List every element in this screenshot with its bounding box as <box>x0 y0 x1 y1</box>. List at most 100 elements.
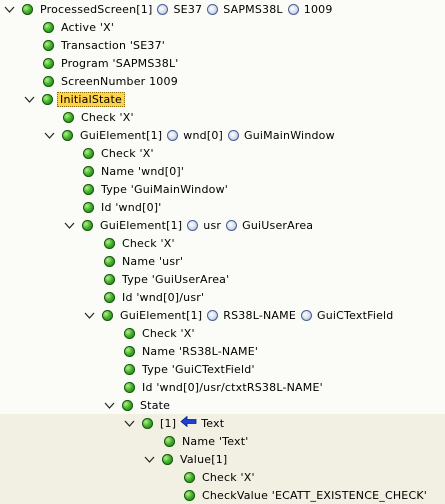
label-text: GuiElement[1] <box>80 128 163 142</box>
node-label[interactable]: Check 'X' <box>142 327 195 340</box>
collapse-toggle-icon[interactable] <box>24 94 35 105</box>
tree-row[interactable]: ProcessedScreen[1] SE37 SAPMS38L 1009 <box>0 0 445 18</box>
separator-icon <box>228 129 240 141</box>
node-label[interactable]: GuiElement[1] usr GuiUserArea <box>100 219 313 232</box>
node-label[interactable]: GuiElement[1] RS38L-NAME GuiCTextField <box>120 309 393 322</box>
collapse-toggle-icon[interactable] <box>44 130 55 141</box>
node-label[interactable]: Name 'Text' <box>182 435 248 448</box>
node-label[interactable]: ProcessedScreen[1] SE37 SAPMS38L 1009 <box>40 3 333 16</box>
node-green-icon <box>63 111 74 123</box>
node-green-icon <box>124 381 135 393</box>
tree-row[interactable]: Id 'wnd[0]/usr' <box>0 288 445 306</box>
node-label[interactable]: Check 'X' <box>101 147 154 160</box>
label-part: RS38L-NAME <box>223 308 297 322</box>
node-label[interactable]: Name 'usr' <box>122 255 183 268</box>
tree-row[interactable]: Active 'X' <box>0 18 445 36</box>
tree-row[interactable]: Name 'usr' <box>0 252 445 270</box>
separator-icon <box>207 309 219 321</box>
label-part: usr <box>203 218 222 232</box>
node-label[interactable]: Id 'wnd[0]' <box>101 201 162 214</box>
collapse-toggle-icon[interactable] <box>84 310 95 321</box>
separator-icon <box>167 129 179 141</box>
node-label[interactable]: Type 'GuiCTextField' <box>142 363 255 376</box>
node-green-icon <box>104 255 115 267</box>
separator-icon <box>187 219 199 231</box>
label-part: GuiCTextField <box>317 308 394 322</box>
node-green-icon <box>104 237 115 249</box>
tree-row[interactable]: ScreenNumber 1009 <box>0 72 445 90</box>
tree-row[interactable]: Value[1] <box>0 450 445 468</box>
tree-row[interactable]: Name 'Text' <box>0 432 445 450</box>
node-label[interactable]: State <box>140 399 170 412</box>
label-part: GuiUserArea <box>242 218 314 232</box>
tree-row[interactable]: GuiElement[1] wnd[0] GuiMainWindow <box>0 126 445 144</box>
tree-row[interactable]: Type 'GuiUserArea' <box>0 270 445 288</box>
node-label[interactable]: ScreenNumber 1009 <box>61 75 178 88</box>
node-green-icon <box>83 201 94 213</box>
node-green-icon <box>124 345 135 357</box>
label-part: 1009 <box>303 2 333 16</box>
label-part: GuiMainWindow <box>244 128 335 142</box>
collapse-toggle-icon[interactable] <box>4 4 15 15</box>
tree-row[interactable]: Check 'X' <box>0 234 445 252</box>
label-text: GuiElement[1] <box>120 308 203 322</box>
tree-row[interactable]: GuiElement[1] usr GuiUserArea <box>0 216 445 234</box>
tree-row[interactable]: Check 'X' <box>0 468 445 486</box>
separator-icon <box>207 3 219 15</box>
node-label[interactable]: Transaction 'SE37' <box>61 39 165 52</box>
node-green-icon <box>43 21 54 33</box>
tree-row[interactable]: Id 'wnd[0]/usr/ctxtRS38L-NAME' <box>0 378 445 396</box>
node-label[interactable]: Type 'GuiMainWindow' <box>101 183 228 196</box>
label-text: GuiElement[1] <box>100 218 183 232</box>
label-part: wnd[0] <box>183 128 224 142</box>
node-label-selected[interactable]: InitialState <box>57 91 125 107</box>
node-green-icon <box>104 291 115 303</box>
collapse-toggle-icon[interactable] <box>144 454 155 465</box>
node-green-icon <box>43 57 54 69</box>
node-green-icon <box>82 219 93 231</box>
tree-row[interactable]: Check 'X' <box>0 108 445 126</box>
tree-row-highlighted[interactable]: [1] Text <box>0 414 445 432</box>
node-label[interactable]: Type 'GuiUserArea' <box>122 273 229 286</box>
tree-row[interactable]: Type 'GuiCTextField' <box>0 360 445 378</box>
tree-row[interactable]: InitialState <box>0 90 445 108</box>
node-label[interactable]: Name 'RS38L-NAME' <box>142 345 258 358</box>
node-label[interactable]: Program 'SAPMS38L' <box>61 57 179 70</box>
label-part: SAPMS38L <box>223 2 283 16</box>
node-label[interactable]: Id 'wnd[0]/usr' <box>122 291 204 304</box>
node-green-icon <box>104 273 115 285</box>
node-label[interactable]: Name 'wnd[0]' <box>101 165 184 178</box>
separator-icon <box>226 219 238 231</box>
tree-row[interactable]: State <box>0 396 445 414</box>
node-label[interactable]: Id 'wnd[0]/usr/ctxtRS38L-NAME' <box>142 381 323 394</box>
tree-row[interactable]: Type 'GuiMainWindow' <box>0 180 445 198</box>
label-part: SE37 <box>173 2 203 16</box>
node-label[interactable]: CheckValue 'ECATT_EXISTENCE_CHECK' <box>202 489 427 502</box>
tree-row[interactable]: CheckValue 'ECATT_EXISTENCE_CHECK' <box>0 486 445 504</box>
collapse-toggle-icon[interactable] <box>124 418 135 429</box>
node-label[interactable]: [1] Text <box>160 415 224 430</box>
node-green-icon <box>142 417 153 429</box>
node-label[interactable]: GuiElement[1] wnd[0] GuiMainWindow <box>80 129 335 142</box>
node-green-icon <box>43 75 54 87</box>
tree-row[interactable]: Name 'wnd[0]' <box>0 162 445 180</box>
tree-row[interactable]: Id 'wnd[0]' <box>0 198 445 216</box>
tree-row[interactable]: Check 'X' <box>0 324 445 342</box>
tree-row[interactable]: Check 'X' <box>0 144 445 162</box>
node-green-icon <box>43 39 54 51</box>
node-label[interactable]: Active 'X' <box>61 21 114 34</box>
node-label[interactable]: Check 'X' <box>202 471 255 484</box>
node-label[interactable]: Check 'X' <box>122 237 175 250</box>
node-green-icon <box>83 183 94 195</box>
node-green-icon <box>83 165 94 177</box>
collapse-toggle-icon[interactable] <box>64 220 75 231</box>
node-label[interactable]: Value[1] <box>180 453 227 466</box>
node-label[interactable]: Check 'X' <box>81 111 134 124</box>
tree-row[interactable]: Program 'SAPMS38L' <box>0 54 445 72</box>
collapse-toggle-icon[interactable] <box>104 400 115 411</box>
node-green-icon <box>164 435 175 447</box>
tree-row[interactable]: GuiElement[1] RS38L-NAME GuiCTextField <box>0 306 445 324</box>
tree-row[interactable]: Transaction 'SE37' <box>0 36 445 54</box>
node-green-icon <box>122 399 133 411</box>
tree-row[interactable]: Name 'RS38L-NAME' <box>0 342 445 360</box>
